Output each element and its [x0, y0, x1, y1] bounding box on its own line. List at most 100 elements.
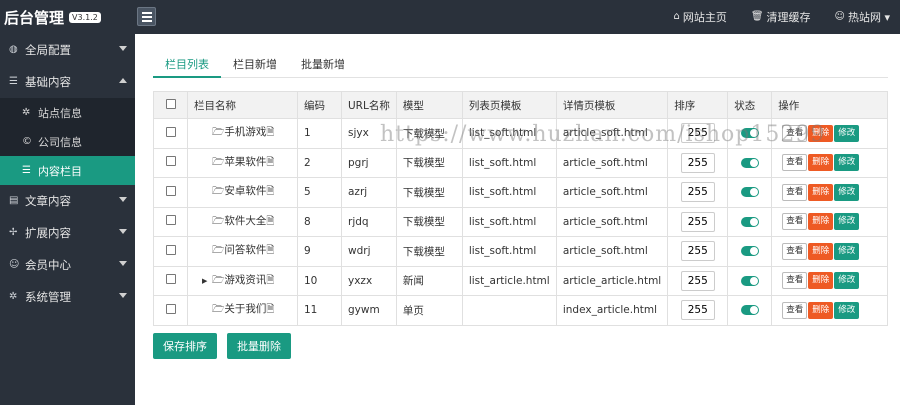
status-toggle[interactable] — [740, 246, 759, 257]
sort-input[interactable] — [680, 152, 715, 173]
row-select-cell[interactable] — [153, 177, 188, 208]
col-status: 状态 — [727, 91, 773, 119]
name-cell: 🗁手机游戏 🗎 — [187, 118, 298, 149]
name-cell: 🗁关于我们 🗎 — [187, 295, 298, 326]
status-toggle[interactable] — [740, 275, 759, 286]
row-select-cell[interactable] — [153, 295, 188, 326]
tab-2[interactable]: 批量新增 — [289, 52, 357, 78]
view-button[interactable]: 查看 — [782, 154, 808, 172]
delete-button[interactable]: 删除 — [808, 154, 834, 172]
edit-button[interactable]: 修改 — [834, 124, 860, 142]
sidebar-item-3[interactable]: ✢ 扩展内容 — [0, 217, 135, 249]
folder-icon: 🗁 — [212, 215, 225, 227]
top-link-2[interactable]: ☺ 热站网 ▾ — [835, 9, 890, 25]
brand[interactable]: 后台管理 V3.1.2 — [0, 0, 135, 34]
cell-model: 下载模型 — [395, 118, 463, 149]
tab-1[interactable]: 栏目新增 — [221, 52, 289, 78]
sidebar-item-label: 基础内容 — [25, 75, 71, 89]
delete-button[interactable]: 删除 — [808, 183, 834, 201]
status-toggle[interactable] — [740, 128, 759, 139]
row-checkbox[interactable] — [165, 244, 176, 255]
edit-button[interactable]: 修改 — [834, 183, 860, 201]
sort-input[interactable] — [680, 182, 715, 203]
save-sort-button[interactable]: 保存排序 — [153, 333, 217, 359]
sort-input[interactable] — [680, 300, 715, 321]
row-select-cell[interactable] — [153, 118, 188, 149]
sort-input[interactable] — [680, 241, 715, 262]
top-link-0[interactable]: ⌂ 网站主页 — [673, 9, 726, 25]
cell-model: 下载模型 — [395, 147, 463, 178]
sort-input[interactable] — [680, 123, 715, 144]
sidebar-subitem-1-2[interactable]: ☰ 内容栏目 — [0, 156, 135, 185]
actions-cell: 查看 删除 修改 — [771, 295, 888, 326]
cell-url: pgrj — [341, 147, 397, 178]
status-toggle[interactable] — [740, 305, 759, 316]
folder-icon: 🗁 — [212, 274, 225, 286]
delete-button[interactable]: 删除 — [808, 301, 834, 319]
delete-button[interactable]: 删除 — [808, 242, 834, 260]
sidebar-item-label: 会员中心 — [25, 258, 71, 272]
chevron-down-icon — [119, 261, 127, 266]
edit-button[interactable]: 修改 — [834, 213, 860, 231]
cell-detail-tpl: article_soft.html — [555, 118, 669, 149]
top-link-1[interactable]: 🗑 清理缓存 — [751, 9, 811, 25]
sort-input[interactable] — [680, 270, 715, 291]
col-code: 编码 — [297, 91, 342, 119]
top-link-label: 网站主页 — [682, 11, 727, 24]
status-toggle[interactable] — [740, 216, 759, 227]
bulk-delete-button[interactable]: 批量删除 — [227, 333, 291, 359]
row-checkbox[interactable] — [165, 156, 176, 167]
status-toggle[interactable] — [740, 187, 759, 198]
sidebar-item-2[interactable]: ▤ 文章内容 — [0, 185, 135, 217]
edit-button[interactable]: 修改 — [834, 301, 860, 319]
sidebar: ◍ 全局配置 ☰ 基础内容 ✲ 站点信息 © 公司信息 ☰ 内容栏目 ▤ 文章内容 ✢ 扩展内容 ☺ 会员中心… — [0, 34, 135, 405]
row-checkbox[interactable] — [165, 303, 176, 314]
delete-button[interactable]: 删除 — [808, 124, 834, 142]
view-button[interactable]: 查看 — [782, 242, 808, 260]
file-icon: ▤ — [9, 195, 19, 206]
row-checkbox[interactable] — [165, 215, 176, 226]
col-url: URL名称 — [341, 91, 397, 119]
row-checkbox[interactable] — [165, 185, 176, 196]
status-toggle[interactable] — [740, 157, 759, 168]
cell-detail-tpl: index_article.html — [555, 295, 669, 326]
edit-button[interactable]: 修改 — [834, 154, 860, 172]
view-button[interactable]: 查看 — [782, 272, 808, 290]
select-all-checkbox[interactable] — [165, 98, 176, 109]
row-select-cell[interactable] — [153, 147, 188, 178]
expand-arrow-icon[interactable]: ▶ — [202, 277, 212, 285]
edit-button[interactable]: 修改 — [834, 242, 860, 260]
sort-cell — [667, 265, 729, 296]
view-button[interactable]: 查看 — [782, 301, 808, 319]
sort-input[interactable] — [680, 211, 715, 232]
select-all-cell[interactable] — [153, 91, 188, 119]
row-checkbox[interactable] — [165, 274, 176, 285]
sort-cell — [667, 236, 729, 267]
status-cell — [727, 118, 773, 149]
row-checkbox[interactable] — [165, 126, 176, 137]
delete-button[interactable]: 删除 — [808, 272, 834, 290]
row-select-cell[interactable] — [153, 206, 188, 237]
view-button[interactable]: 查看 — [782, 124, 808, 142]
cell-code: 1 — [297, 118, 342, 149]
sidebar-item-1[interactable]: ☰ 基础内容 — [0, 66, 135, 98]
view-button[interactable]: 查看 — [782, 183, 808, 201]
sidebar-item-label: 系统管理 — [25, 290, 71, 304]
category-name: 游戏资讯 — [224, 273, 267, 286]
tab-0[interactable]: 栏目列表 — [153, 52, 221, 78]
sidebar-subitem-1-0[interactable]: ✲ 站点信息 — [0, 98, 135, 127]
menu-toggle-button[interactable] — [137, 7, 156, 26]
sidebar-item-5[interactable]: ✲ 系统管理 — [0, 281, 135, 313]
sidebar-item-0[interactable]: ◍ 全局配置 — [0, 34, 135, 66]
user-icon: ☺ — [834, 11, 845, 22]
category-name: 关于我们 — [224, 303, 267, 316]
sidebar-item-4[interactable]: ☺ 会员中心 — [0, 249, 135, 281]
sort-cell — [667, 147, 729, 178]
row-select-cell[interactable] — [153, 265, 188, 296]
sidebar-subitem-label: 公司信息 — [38, 135, 82, 149]
delete-button[interactable]: 删除 — [808, 213, 834, 231]
row-select-cell[interactable] — [153, 236, 188, 267]
sidebar-subitem-1-1[interactable]: © 公司信息 — [0, 127, 135, 156]
view-button[interactable]: 查看 — [782, 213, 808, 231]
edit-button[interactable]: 修改 — [834, 272, 860, 290]
